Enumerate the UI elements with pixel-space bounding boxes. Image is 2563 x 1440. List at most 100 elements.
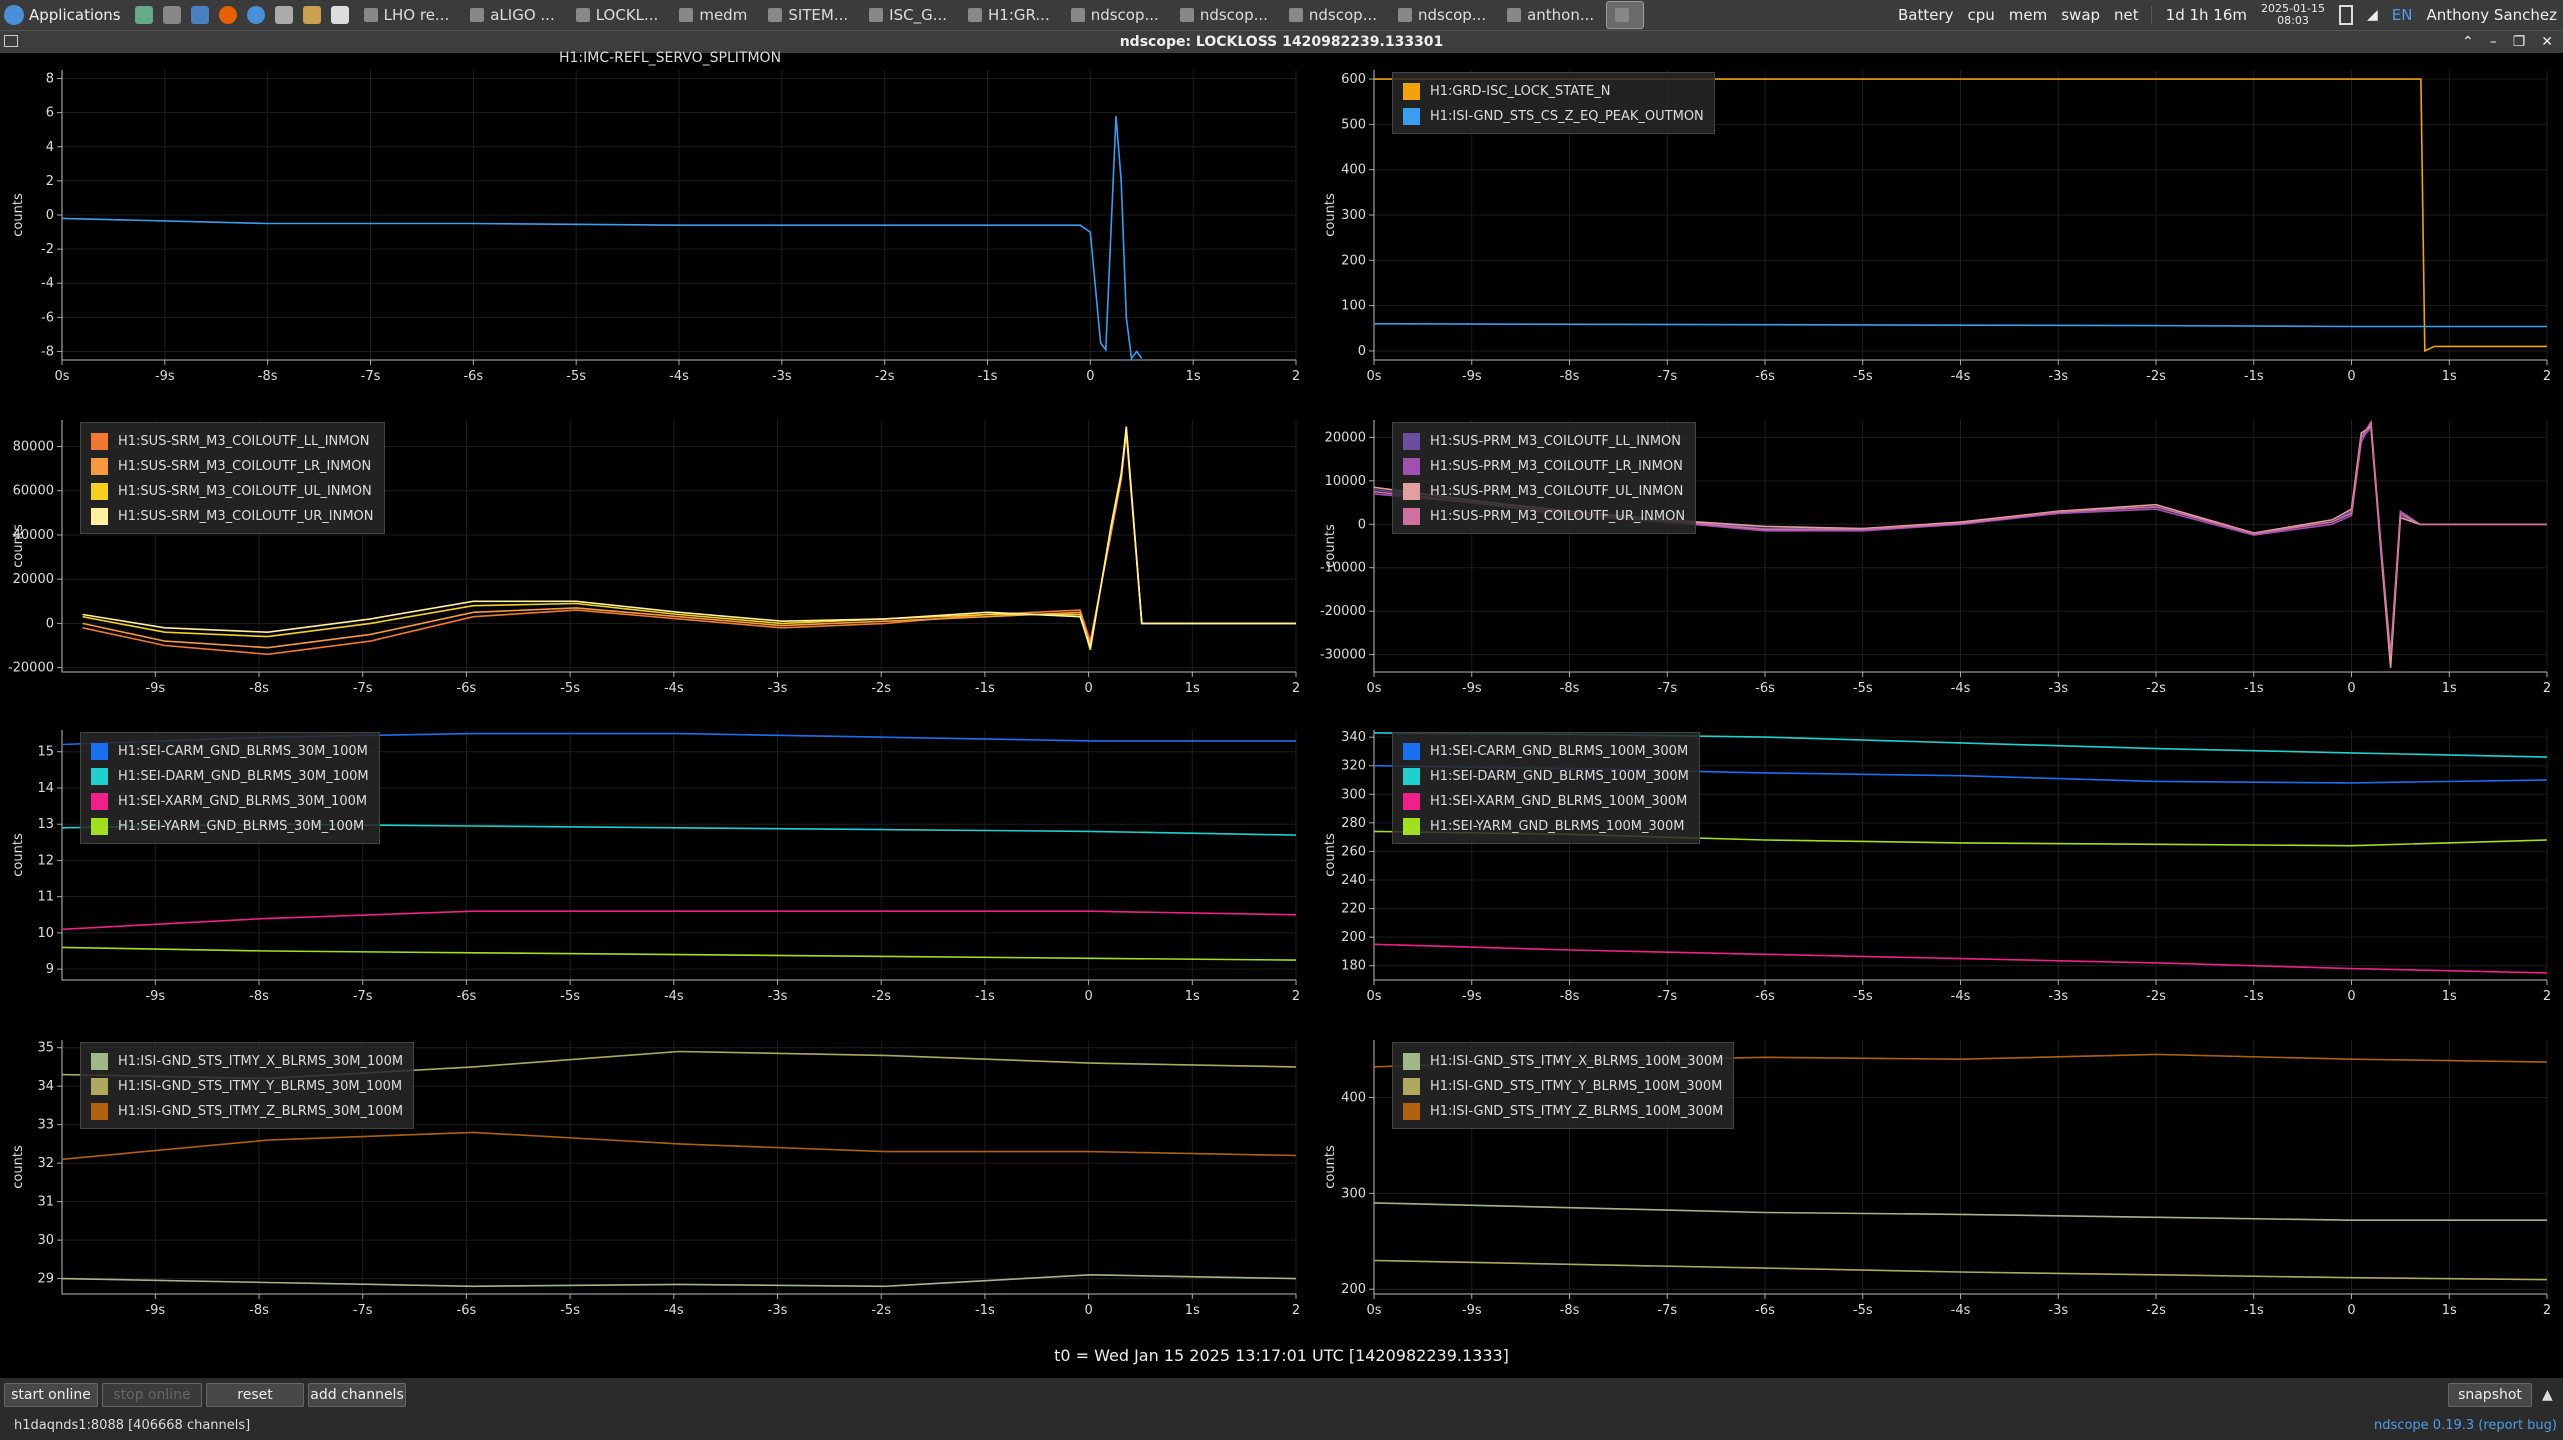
legend-entry[interactable]: H1:SEI-YARM_GND_BLRMS_30M_100M [91,814,369,839]
window-menu-icon[interactable] [4,35,18,47]
plot-panel[interactable]: -9s -8s -7s -6s -5s -4s -3s -2s -1s 0 1s 2 80000 6000… [0,404,1310,712]
x-tick-label: -2s [871,681,891,696]
task-label: ndscop... [1418,6,1487,24]
reset-button[interactable]: reset [206,1383,304,1407]
plot-legend[interactable]: H1:SEI-CARM_GND_BLRMS_100M_300M H1:SEI-DA… [1392,732,1700,844]
legend-entry[interactable]: H1:SUS-PRM_M3_COILOUTF_LL_INMON [1403,429,1685,454]
legend-entry[interactable]: H1:ISI-GND_STS_CS_Z_EQ_PEAK_OUTMON [1403,104,1704,129]
taskbar-task[interactable]: medm [670,1,756,29]
plot-svg[interactable]: 0s -9s -8s -7s -6s -5s -4s -3s -2s -1s 0 1s 2 8 6 4 2 0 -2… [0,54,1310,400]
plot-legend[interactable]: H1:SEI-CARM_GND_BLRMS_30M_100M H1:SEI-DAR… [80,732,380,844]
legend-entry[interactable]: H1:ISI-GND_STS_ITMY_X_BLRMS_30M_100M [91,1049,403,1074]
clock[interactable]: 2025-01-15 08:03 [2261,3,2325,27]
taskbar-task[interactable]: ndscop... [1171,1,1277,29]
x-tick-label: 1s [1186,369,1201,384]
expand-icon[interactable]: ▲ [2542,1387,2553,1403]
legend-swatch [91,433,108,450]
window-shade-button[interactable]: ⌃ [2462,31,2474,53]
monitor-Battery[interactable]: Battery [1898,6,1954,24]
plot-legend[interactable]: H1:GRD-ISC_LOCK_STATE_N H1:ISI-GND_STS_CS… [1392,72,1715,134]
version-link[interactable]: ndscope 0.19.3 (report bug) [2374,1412,2557,1440]
plot-legend[interactable]: H1:SUS-SRM_M3_COILOUTF_LL_INMON H1:SUS-SR… [80,422,385,534]
legend-entry[interactable]: H1:SUS-SRM_M3_COILOUTF_UR_INMON [91,504,374,529]
legend-entry[interactable]: H1:SUS-SRM_M3_COILOUTF_LR_INMON [91,454,374,479]
series-line [61,946,1297,961]
plot-panel[interactable]: -9s -8s -7s -6s -5s -4s -3s -2s -1s 0 1s 2 15 14 13 12 1… [0,714,1310,1020]
start-online-button[interactable]: start online [4,1383,98,1407]
legend-entry[interactable]: H1:ISI-GND_STS_ITMY_Z_BLRMS_30M_100M [91,1099,403,1124]
taskbar-task[interactable]: aLIGO ... [461,1,563,29]
firefox-icon[interactable] [218,6,237,24]
snapshot-button[interactable]: snapshot [2448,1383,2532,1407]
tools-icon[interactable] [302,6,321,24]
window-close-button[interactable]: ✕ [2541,31,2553,53]
applications-menu[interactable]: Applications [0,0,129,30]
plot-legend[interactable]: H1:ISI-GND_STS_ITMY_X_BLRMS_100M_300M H1:… [1392,1042,1735,1129]
taskbar-task[interactable]: ISC_G... [860,1,956,29]
editor-icon[interactable] [330,6,349,24]
taskbar-task[interactable] [1606,1,1645,29]
legend-entry[interactable]: H1:SUS-PRM_M3_COILOUTF_UL_INMON [1403,479,1685,504]
taskbar-task[interactable]: H1:GR... [959,1,1059,29]
x-tick-label: -3s [768,989,788,1004]
legend-entry[interactable]: H1:SUS-PRM_M3_COILOUTF_UR_INMON [1403,504,1685,529]
legend-entry[interactable]: H1:SEI-DARM_GND_BLRMS_100M_300M [1403,764,1689,789]
legend-entry[interactable]: H1:SEI-XARM_GND_BLRMS_30M_100M [91,789,369,814]
user-name[interactable]: Anthony Sanchez [2426,6,2557,24]
monitor-cpu[interactable]: cpu [1968,6,1995,24]
legend-entry[interactable]: H1:SUS-SRM_M3_COILOUTF_LL_INMON [91,429,374,454]
legend-swatch [1403,1103,1420,1120]
plot-panel[interactable]: 0s -9s -8s -7s -6s -5s -4s -3s -2s -1s 0 1s 2 340 320 3… [1312,714,2563,1020]
battery-icon[interactable] [2338,5,2353,25]
legend-entry[interactable]: H1:SEI-CARM_GND_BLRMS_100M_300M [1403,739,1689,764]
legend-entry[interactable]: H1:SUS-PRM_M3_COILOUTF_LR_INMON [1403,454,1685,479]
task-list: LHO re... aLIGO ... LOCKL... medm SITEM... IS… [355,0,1648,30]
legend-label: H1:SUS-SRM_M3_COILOUTF_UR_INMON [118,509,374,524]
taskbar-task[interactable]: SITEM... [759,1,857,29]
monitor-swap[interactable]: swap [2061,6,2100,24]
window-minimize-button[interactable]: – [2490,31,2497,53]
network-icon[interactable]: ◢ [2367,7,2378,23]
folder-icon[interactable] [190,6,209,24]
window-maximize-button[interactable]: ❐ [2513,31,2526,53]
plot-panel[interactable]: 0s -9s -8s -7s -6s -5s -4s -3s -2s -1s 0 1s 2 20000 10… [1312,404,2563,712]
legend-entry[interactable]: H1:SEI-DARM_GND_BLRMS_30M_100M [91,764,369,789]
legend-entry[interactable]: H1:SEI-YARM_GND_BLRMS_100M_300M [1403,814,1689,839]
taskbar: Applications LHO re... aLIGO ... LOCKL... m… [0,0,2563,31]
plot-area[interactable]: 0s -9s -8s -7s -6s -5s -4s -3s -2s -1s 0 1s 2 8 6 4 2 0 -2… [0,50,2563,1378]
taskbar-task[interactable]: ndscop... [1062,1,1168,29]
legend-entry[interactable]: H1:SUS-SRM_M3_COILOUTF_UL_INMON [91,479,374,504]
x-tick-label: -5s [560,989,580,1004]
share-icon[interactable] [274,6,293,24]
plot-legend[interactable]: H1:ISI-GND_STS_ITMY_X_BLRMS_30M_100M H1:I… [80,1042,415,1129]
task-label: ndscop... [1090,6,1159,24]
t0-label: t0 = Wed Jan 15 2025 13:17:01 UTC [14209… [1054,1346,1509,1365]
x-tick-label: -8s [1560,369,1580,384]
taskbar-task[interactable]: ndscop... [1280,1,1386,29]
plot-panel[interactable]: 0s -9s -8s -7s -6s -5s -4s -3s -2s -1s 0 1s 2 8 6 4 2 0 -2… [0,50,1310,400]
add-channels-button[interactable]: add channels [308,1383,406,1407]
legend-entry[interactable]: H1:SEI-CARM_GND_BLRMS_30M_100M [91,739,369,764]
taskbar-task[interactable]: LOCKL... [567,1,668,29]
taskbar-task[interactable]: LHO re... [355,1,459,29]
taskbar-task[interactable]: ndscop... [1389,1,1495,29]
legend-swatch [91,1078,108,1095]
chrome-icon[interactable] [246,6,265,24]
legend-entry[interactable]: H1:ISI-GND_STS_ITMY_Y_BLRMS_100M_300M [1403,1074,1723,1099]
y-tick-label: 14 [37,781,54,796]
plot-panel[interactable]: 0s -9s -8s -7s -6s -5s -4s -3s -2s -1s 0 1s 2 600 500 4… [1312,54,2563,400]
plot-legend[interactable]: H1:SUS-PRM_M3_COILOUTF_LL_INMON H1:SUS-PR… [1392,422,1697,534]
plot-panel[interactable]: 0s -9s -8s -7s -6s -5s -4s -3s -2s -1s 0 1s 2 400 300 2… [1312,1024,2563,1334]
legend-entry[interactable]: H1:ISI-GND_STS_ITMY_Y_BLRMS_30M_100M [91,1074,403,1099]
legend-entry[interactable]: H1:ISI-GND_STS_ITMY_X_BLRMS_100M_300M [1403,1049,1723,1074]
task-window-icon [1288,8,1303,22]
x-tick-label: 0 [2347,681,2355,696]
plot-panel[interactable]: -9s -8s -7s -6s -5s -4s -3s -2s -1s 0 1s 2 35 34 33 32 3… [0,1024,1310,1334]
legend-entry[interactable]: H1:GRD-ISC_LOCK_STATE_N [1403,79,1704,104]
legend-entry[interactable]: H1:SEI-XARM_GND_BLRMS_100M_300M [1403,789,1689,814]
monitor-mem[interactable]: mem [2009,6,2047,24]
monitor-net[interactable]: net [2114,6,2139,24]
taskbar-task[interactable]: anthon... [1498,1,1603,29]
language-indicator[interactable]: EN [2392,6,2413,24]
legend-entry[interactable]: H1:ISI-GND_STS_ITMY_Z_BLRMS_100M_300M [1403,1099,1723,1124]
